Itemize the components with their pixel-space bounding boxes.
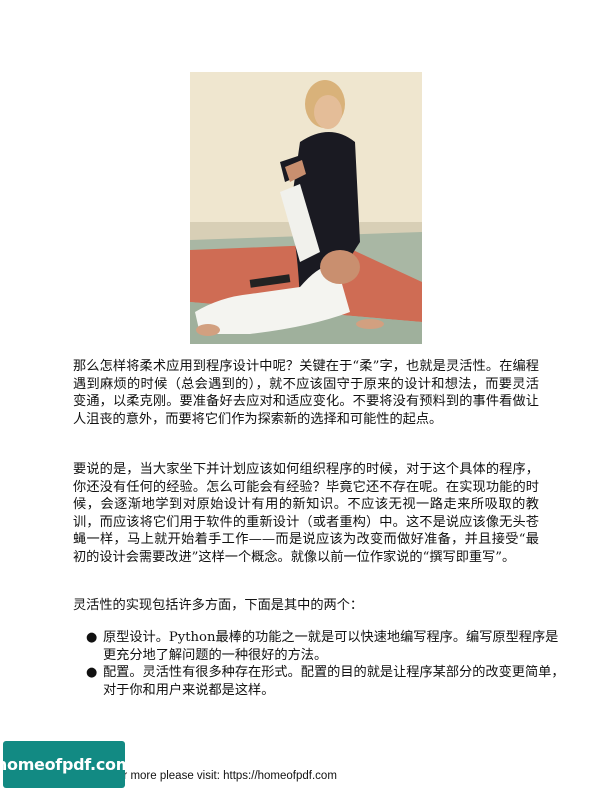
bullet-item-prototype: ● 原型设计。Python最棒的功能之一就是可以快速地编写程序。编写原型程序是更… <box>86 629 569 664</box>
bullet-icon: ● <box>86 665 98 681</box>
homeofpdf-logo[interactable]: homeofpdf.com <box>0 741 132 788</box>
bullet-list: ● 原型设计。Python最棒的功能之一就是可以快速地编写程序。编写原型程序是更… <box>73 629 569 699</box>
logo-text: homeofpdf.com <box>0 755 133 774</box>
bullet-icon: ● <box>86 630 98 645</box>
paragraph-1: 那么怎样将柔术应用到程序设计中呢？关键在于“柔”字，也就是灵活性。在编程遇到麻烦… <box>73 359 539 427</box>
jujitsu-photo <box>190 72 422 344</box>
bullet-item-configuration: ● 配置。灵活性有很多种存在形式。配置的目的就是让程序某部分的改变更简单，对于你… <box>86 664 569 699</box>
paragraph-2: 要说的是，当大家坐下并计划应该如何组织程序的时候，对于这个具体的程序，你还没有任… <box>73 462 539 565</box>
bullet-text: 原型设计。Python最棒的功能之一就是可以快速地编写程序。编写原型程序是更充分… <box>103 630 559 663</box>
paragraph-3: 灵活性的实现包括许多方面，下面是其中的两个： <box>73 598 364 613</box>
bullet-text: 配置。灵活性有很多种存在形式。配置的目的就是让程序某部分的改变更简单，对于你和用… <box>103 665 565 698</box>
footer-note[interactable]: For more please visit: https://homeofpdf… <box>110 770 337 782</box>
